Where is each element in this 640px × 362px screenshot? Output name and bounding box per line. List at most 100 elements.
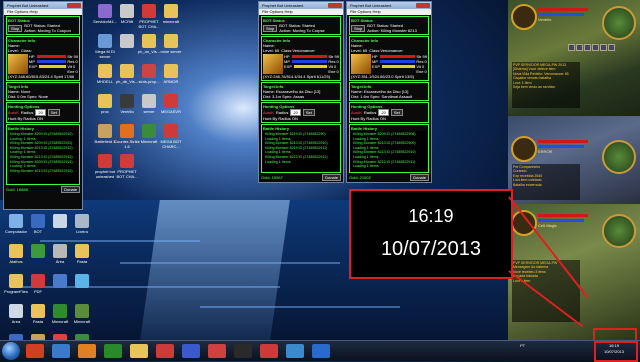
chat-box[interactable]: PVP SERVIDOR MEGA-PW Mensagem do sistema V… — [512, 260, 580, 322]
bot-window-1[interactable]: Prophet Bot Unleashed File Options Help … — [3, 1, 83, 210]
menu-bar[interactable]: File Options Help — [259, 9, 343, 15]
bot-action-text: Action: Killing Monster 8213 — [367, 28, 417, 33]
window-controls[interactable] — [328, 3, 342, 8]
menu-bar[interactable]: File Options Help — [4, 9, 82, 15]
window-controls[interactable] — [67, 3, 81, 8]
desktop-icon[interactable]: minecraft — [158, 4, 184, 29]
chat-box[interactable]: PVP SERVIDOR MEGA-PW 2013 [Sistema] Voce … — [512, 62, 580, 108]
battle-history-section: Battle History Killing Monster 8209 ID (… — [6, 124, 80, 185]
autok-checkbox[interactable]: AutoK — [351, 110, 362, 115]
window-controls[interactable] — [416, 3, 430, 8]
app-icon — [75, 274, 89, 288]
mp-bar — [292, 60, 328, 63]
minimap[interactable] — [602, 214, 636, 248]
highlight-box — [593, 328, 637, 340]
desktop-icon[interactable]: Pasta — [69, 244, 95, 269]
skill-bar[interactable] — [568, 44, 615, 51]
exp-bar — [294, 65, 328, 68]
menu-bar[interactable]: File Options Help — [347, 9, 431, 15]
start-button[interactable] — [2, 342, 20, 360]
radius-input[interactable]: 20 — [35, 109, 46, 116]
gold-text: Gold: 15967 — [261, 175, 283, 180]
app-icon — [53, 214, 67, 228]
character-class: Class:Venomancer — [369, 48, 403, 53]
history-line: Killing Monster 8213 ID (27489522913) — [10, 154, 73, 159]
battle-history-log[interactable]: Killing Monster 8219 ID (2748952290) Load… — [263, 131, 339, 171]
app-icon — [120, 64, 134, 78]
desktop-icon[interactable]: PROPHET BOT CHA... — [114, 154, 140, 179]
stop-button[interactable]: Stop — [263, 24, 278, 32]
window-titlebar[interactable]: Prophet Bot Unleashed — [259, 2, 343, 9]
history-line: Killing Monster 8213 ID (27489522912) — [265, 154, 328, 159]
player-name: ERROR — [538, 149, 553, 154]
player-name: Ventrilo — [538, 17, 552, 22]
app-icon — [164, 4, 178, 18]
taskbar-app-button[interactable] — [182, 344, 200, 358]
set-button[interactable]: Set — [47, 109, 60, 116]
set-button[interactable]: Set — [302, 109, 315, 116]
app-icon — [75, 214, 89, 228]
desktop-icon[interactable]: Lixeira — [69, 214, 95, 239]
app-icon — [31, 274, 45, 288]
autok-checkbox[interactable]: AutoK — [263, 110, 274, 115]
character-portrait — [351, 54, 371, 74]
player-hp-bar — [538, 140, 588, 143]
app-icon — [142, 64, 156, 78]
taskbar-app-button[interactable] — [208, 344, 226, 358]
game-window-2[interactable]: ERROR Pet Companheiro Curando Exp recebida… — [508, 116, 640, 204]
battle-history-log[interactable]: Killing Monster 8209 ID (27489522908) Loa… — [351, 131, 427, 171]
taskbar-app-button[interactable] — [78, 344, 96, 358]
game-window-1[interactable]: Ventrilo PVP SERVIDOR MEGA-PW 2013 [Siste… — [508, 0, 640, 116]
minimap[interactable] — [602, 6, 636, 40]
donate-button[interactable]: Donate — [410, 174, 429, 181]
radius-input[interactable]: 20 — [378, 109, 389, 116]
taskbar-app-button[interactable] — [130, 344, 148, 358]
taskbar-app-button[interactable] — [52, 344, 70, 358]
donate-button[interactable]: Donate — [322, 174, 341, 181]
desktop-icon[interactable]: MEGA BOT CHARC... — [158, 124, 184, 149]
app-icon — [142, 124, 156, 138]
desktop-icon-label: Pasta — [76, 259, 88, 264]
taskbar-app-button[interactable] — [104, 344, 122, 358]
taskbar-app-button[interactable] — [234, 344, 252, 358]
desktop-icon[interactable]: MEGASVR — [158, 94, 184, 119]
autok-checkbox[interactable]: AutoK — [8, 110, 19, 115]
character-info-section: Character Info Name: Level: 65 Class:Veno… — [349, 36, 429, 81]
character-level: Level: 65 — [351, 48, 368, 53]
stop-button[interactable]: Stop — [351, 24, 366, 32]
desktop-icon[interactable]: ARMOR — [158, 64, 184, 89]
chat-box[interactable]: Pet Companheiro Curando Exp recebida 2540 L… — [512, 164, 580, 200]
battle-history-log[interactable]: Killing Monster 8209 ID (27489522910) Loo… — [8, 131, 78, 183]
desktop-icon[interactable] — [69, 274, 95, 299]
app-icon — [9, 304, 23, 318]
taskbar-app-button[interactable] — [260, 344, 278, 358]
app-icon — [98, 124, 112, 138]
language-indicator[interactable]: PT — [520, 343, 525, 348]
mp-bar — [37, 60, 67, 63]
app-icon — [98, 4, 112, 18]
battle-history-section: Battle History Killing Monster 8209 ID (… — [349, 124, 429, 173]
desktop-icon[interactable]: Minecraft — [69, 304, 95, 329]
target-info-section: Target Info Name: Escaravelho da Diso [1… — [261, 82, 341, 101]
stop-button[interactable]: Stop — [8, 24, 23, 32]
desktop-icon[interactable]: mine server — [158, 34, 184, 59]
bot-window-3[interactable]: Prophet Bot Unleashed File Options Help … — [346, 1, 432, 183]
character-portrait — [263, 54, 283, 74]
taskbar-app-button[interactable] — [156, 344, 174, 358]
radius-label: Radius — [275, 110, 289, 115]
radius-input[interactable]: 20 — [290, 109, 301, 116]
hunt-by-radius-text: Hunt By Radius ON — [8, 116, 43, 121]
hunting-options-section: Hunting Options AutoK Radius 20 Set Hunt By… — [349, 102, 429, 123]
taskbar-app-button[interactable] — [312, 344, 330, 358]
taskbar-app-button[interactable] — [286, 344, 304, 358]
character-info-section: Character Info Name: Level: 65 Class:Veno… — [261, 36, 341, 81]
player-hp-bar — [538, 8, 588, 11]
minimap[interactable] — [602, 140, 636, 174]
bot-window-2[interactable]: Prophet Bot Unleashed File Options Help … — [258, 1, 344, 183]
taskbar-app-button[interactable] — [26, 344, 44, 358]
window-titlebar[interactable]: Prophet Bot Unleashed — [4, 2, 82, 9]
app-icon — [31, 244, 45, 258]
donate-button[interactable]: Donate — [61, 186, 80, 193]
set-button[interactable]: Set — [390, 109, 403, 116]
window-titlebar[interactable]: Prophet Bot Unleashed — [347, 2, 431, 9]
